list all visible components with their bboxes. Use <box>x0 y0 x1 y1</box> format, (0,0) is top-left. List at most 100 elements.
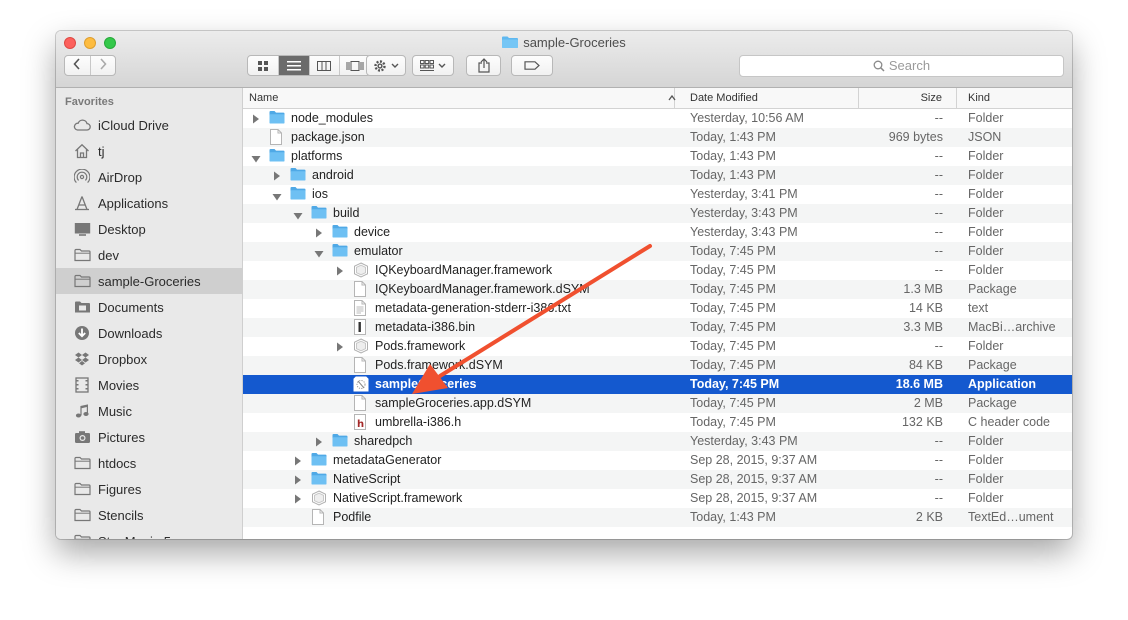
icon-view-button[interactable] <box>248 56 279 75</box>
column-view-button[interactable] <box>310 56 341 75</box>
column-header-name[interactable]: Name <box>249 88 676 108</box>
sidebar-item-tj[interactable]: tj <box>56 138 242 164</box>
table-row[interactable]: android Today, 1:43 PM -- Folder <box>243 166 1072 185</box>
column-header-kind[interactable]: Kind <box>957 88 1072 108</box>
sidebar-item-airdrop[interactable]: AirDrop <box>56 164 242 190</box>
disclosure-open-icon[interactable] <box>314 247 324 258</box>
sidebar-item-stencils[interactable]: Stencils <box>56 502 242 528</box>
file-size: 2 KB <box>915 510 943 524</box>
disclosure-closed-icon[interactable] <box>294 455 302 466</box>
documents-icon <box>73 298 91 316</box>
disclosure-closed-icon[interactable] <box>336 265 344 276</box>
sidebar-item-pictures[interactable]: Pictures <box>56 424 242 450</box>
sidebar-item-label: Music <box>98 403 132 419</box>
file-date: Today, 1:43 PM <box>690 130 776 144</box>
sidebar-item-downloads[interactable]: Downloads <box>56 320 242 346</box>
table-row[interactable]: node_modules Yesterday, 10:56 AM -- Folder <box>243 109 1072 128</box>
window-title: sample-Groceries <box>56 35 1072 50</box>
file-name: IQKeyboardManager.framework.dSYM <box>375 282 590 296</box>
disclosure-open-icon[interactable] <box>272 190 282 201</box>
pictures-icon <box>73 428 91 446</box>
share-button[interactable] <box>466 55 501 76</box>
sidebar-item-label: Movies <box>98 377 140 393</box>
doc-icon <box>353 395 369 411</box>
disclosure-closed-icon[interactable] <box>294 493 302 504</box>
folder-icon <box>73 506 91 524</box>
table-row[interactable]: sharedpch Yesterday, 3:43 PM -- Folder <box>243 432 1072 451</box>
disclosure-closed-icon[interactable] <box>315 436 323 447</box>
file-size: -- <box>934 244 943 258</box>
sidebar-item-documents[interactable]: Documents <box>56 294 242 320</box>
dropbox-icon <box>73 350 91 368</box>
forward-button[interactable] <box>91 58 116 73</box>
table-row[interactable]: ios Yesterday, 3:41 PM -- Folder <box>243 185 1072 204</box>
table-row[interactable]: metadataGenerator Sep 28, 2015, 9:37 AM --… <box>243 451 1072 470</box>
sidebar-item-stepmania-5[interactable]: StepMania 5 <box>56 528 242 539</box>
list-view-button[interactable] <box>278 56 310 75</box>
search-field[interactable]: Search <box>739 55 1064 77</box>
table-row[interactable]: device Yesterday, 3:43 PM -- Folder <box>243 223 1072 242</box>
disclosure-closed-icon[interactable] <box>294 474 302 485</box>
table-row[interactable]: IQKeyboardManager.framework.dSYM Today, 7… <box>243 280 1072 299</box>
file-kind: Folder <box>968 339 1004 353</box>
table-row[interactable]: metadata-i386.bin Today, 7:45 PM 3.3 MB Mac… <box>243 318 1072 337</box>
sidebar-item-applications[interactable]: Applications <box>56 190 242 216</box>
disclosure-closed-icon[interactable] <box>252 113 260 124</box>
folder-icon <box>290 186 306 202</box>
sidebar-item-music[interactable]: Music <box>56 398 242 424</box>
sidebar-item-dev[interactable]: dev <box>56 242 242 268</box>
sidebar-item-movies[interactable]: Movies <box>56 372 242 398</box>
table-row[interactable]: IQKeyboardManager.framework Today, 7:45 P… <box>243 261 1072 280</box>
table-row[interactable]: NativeScript Sep 28, 2015, 9:37 AM -- Folde… <box>243 470 1072 489</box>
table-row[interactable]: package.json Today, 1:43 PM 969 bytes JSON <box>243 128 1072 147</box>
table-row[interactable]: build Yesterday, 3:43 PM -- Folder <box>243 204 1072 223</box>
table-row[interactable]: sampleGroceries.app.dSYM Today, 7:45 PM 2 … <box>243 394 1072 413</box>
table-row[interactable]: Podfile Today, 1:43 PM 2 KB TextEd…ument <box>243 508 1072 527</box>
file-size: 84 KB <box>908 358 943 372</box>
table-row[interactable]: sampleGroceries Today, 7:45 PM 18.6 MB Appl… <box>243 375 1072 394</box>
file-kind: MacBi…archive <box>968 320 1056 334</box>
table-row[interactable]: h umbrella-i386.h Today, 7:45 PM 132 KB C he… <box>243 413 1072 432</box>
disclosure-closed-icon[interactable] <box>336 341 344 352</box>
column-header-date[interactable]: Date Modified <box>675 88 859 108</box>
sidebar-item-label: tj <box>98 143 105 159</box>
cloud-icon <box>73 116 91 134</box>
tags-button[interactable] <box>511 55 553 76</box>
airdrop-icon <box>73 168 91 186</box>
table-row[interactable]: platforms Today, 1:43 PM -- Folder <box>243 147 1072 166</box>
titlebar: sample-Groceries Search <box>56 31 1072 88</box>
column-header-size[interactable]: Size <box>859 88 957 108</box>
finder-window: sample-Groceries Search Favorites iCloud… <box>56 31 1072 539</box>
file-date: Today, 7:45 PM <box>690 320 776 334</box>
file-kind: Package <box>968 396 1017 410</box>
action-menu-button[interactable] <box>366 55 406 76</box>
sidebar-item-dropbox[interactable]: Dropbox <box>56 346 242 372</box>
disclosure-closed-icon[interactable] <box>273 170 281 181</box>
file-size: 14 KB <box>908 301 943 315</box>
disclosure-closed-icon[interactable] <box>315 227 323 238</box>
arrange-icon <box>420 59 434 71</box>
file-kind: Folder <box>968 434 1004 448</box>
table-row[interactable]: emulator Today, 7:45 PM -- Folder <box>243 242 1072 261</box>
file-name: Pods.framework.dSYM <box>375 358 503 372</box>
sidebar-item-htdocs[interactable]: htdocs <box>56 450 242 476</box>
disclosure-open-icon[interactable] <box>293 209 303 220</box>
table-row[interactable]: Pods.framework Today, 7:45 PM -- Folder <box>243 337 1072 356</box>
sidebar-item-figures[interactable]: Figures <box>56 476 242 502</box>
folder-icon <box>73 454 91 472</box>
table-row[interactable]: NativeScript.framework Sep 28, 2015, 9:37… <box>243 489 1072 508</box>
framework-icon <box>353 338 369 354</box>
table-row[interactable]: metadata-generation-stderr-i386.txt Today… <box>243 299 1072 318</box>
disclosure-open-icon[interactable] <box>251 152 261 163</box>
back-button[interactable] <box>65 58 90 73</box>
table-row[interactable]: Pods.framework.dSYM Today, 7:45 PM 84 KB Pa… <box>243 356 1072 375</box>
sidebar-item-icloud-drive[interactable]: iCloud Drive <box>56 112 242 138</box>
sidebar-item-desktop[interactable]: Desktop <box>56 216 242 242</box>
file-size: -- <box>934 472 943 486</box>
sidebar-item-label: Applications <box>98 195 169 211</box>
arrange-menu-button[interactable] <box>412 55 454 76</box>
file-size: -- <box>934 434 943 448</box>
file-name: sampleGroceries.app.dSYM <box>375 396 532 410</box>
file-date: Sep 28, 2015, 9:37 AM <box>690 491 818 505</box>
sidebar-item-sample-groceries[interactable]: sample-Groceries <box>56 268 242 294</box>
